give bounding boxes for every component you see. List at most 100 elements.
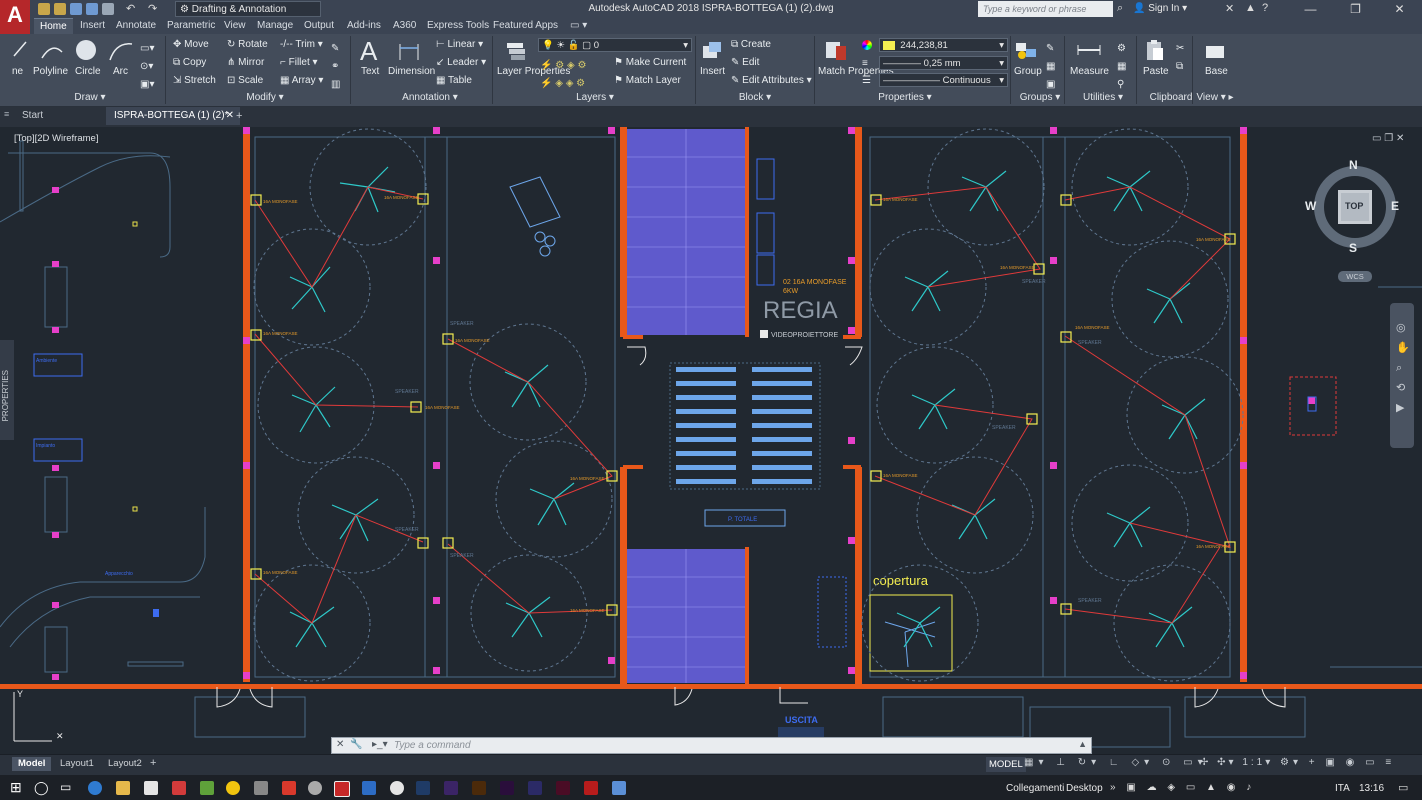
draw-panel-title[interactable]: Draw ▾ [40,92,140,106]
base-button[interactable]: Base [1205,66,1228,77]
linear-button[interactable]: ⊢ Linear ▾ [436,39,483,50]
viewport-controls-label[interactable]: [Top][2D Wireframe] [14,133,98,144]
edit-attributes-button[interactable]: ✎ Edit Attributes ▾ [731,75,812,86]
properties-palette-collapsed[interactable]: PROPERTIES [0,340,14,440]
rotate-button[interactable]: ↻ Rotate [227,39,268,50]
annotation-toggles[interactable]: ✢ ✣▾ 1:1▾ [1200,757,1273,768]
tab-model[interactable]: Model [12,757,52,771]
autocad-taskbar-icon[interactable] [334,781,350,797]
store-icon[interactable] [144,781,158,795]
paste-icon[interactable] [1144,38,1166,64]
array-button[interactable]: ▦ Array ▾ [280,75,323,86]
tab-drawing-file[interactable]: ISPRA-BOTTEGA (1) (2)* ✕ [106,107,240,125]
sign-in-button[interactable]: 👤 Sign In ▾ [1133,3,1187,14]
trim-button[interactable]: -/-- Trim ▾ [280,39,323,50]
create-block-button[interactable]: ⧉ Create [731,39,771,50]
lineweight-dropdown[interactable]: ———— 0,25 mm ▾ [879,56,1008,70]
acrobat-icon[interactable] [584,781,598,795]
compass-north[interactable]: N [1349,158,1358,172]
desktop-toolbar[interactable]: Desktop [1066,783,1103,794]
tab-manage[interactable]: Manage [257,18,293,34]
layer-properties-icon[interactable] [504,40,528,62]
tab-insert[interactable]: Insert [80,18,105,34]
compass-west[interactable]: W [1305,199,1316,213]
app-green-icon[interactable] [200,781,214,795]
move-button[interactable]: ✥ Move [173,39,209,50]
line-button[interactable]: ne [12,66,23,77]
paste-button[interactable]: Paste [1143,66,1169,77]
measure-button[interactable]: Measure [1070,66,1109,77]
notifications-icon[interactable]: ▭ [1398,781,1408,794]
navigation-tools[interactable]: ◎ ✋ ⌕ ⟲ ▶ [1396,318,1410,418]
binoculars-icon[interactable]: ⌕ [1117,2,1123,15]
text-button[interactable]: Text [361,66,379,77]
tab-start[interactable]: Start [14,107,51,125]
tab-layout2[interactable]: Layout2 [102,757,148,771]
clipboard-extra-tools[interactable]: ✂ ⧉ [1176,40,1184,76]
tab-layout1[interactable]: Layout1 [54,757,100,771]
exchange-icon[interactable]: ✕ [1225,2,1234,15]
annotation-panel-title[interactable]: Annotation ▾ [385,92,475,106]
command-history-icon[interactable]: ▲ [1078,739,1087,749]
make-current-button[interactable]: ⚑ Make Current [614,57,686,68]
linetype-dropdown[interactable]: —————— Continuous ▾ [879,73,1008,87]
scale-button[interactable]: ⊡ Scale [227,75,263,86]
app-white-icon[interactable] [390,781,404,795]
circle-button[interactable]: Circle [75,66,101,77]
tab-view[interactable]: View [224,18,246,34]
dimension-button[interactable]: Dimension [388,66,435,77]
app-blue-icon[interactable] [362,781,376,795]
clock[interactable]: 13:16 [1359,783,1384,794]
viewport-window-controls[interactable]: ▭ ❐ ✕ [1372,133,1404,144]
task-view-icon[interactable]: ▭ [60,780,71,794]
mirror-button[interactable]: ⋔ Mirror [227,57,264,68]
system-tray-icons[interactable]: » ▣ ☁ ◈ ▭ ▲ ◉ ♪ [1110,782,1255,793]
minimize-button[interactable]: — [1288,0,1333,18]
color-dropdown[interactable]: 244,238,81 ▾ [879,38,1008,52]
windows-start-icon[interactable]: ⊞ [10,779,22,796]
search-input[interactable]: Type a keyword or phrase [978,1,1113,17]
copy-button[interactable]: ⧉ Copy [173,57,206,68]
group-icon[interactable] [1014,39,1040,63]
text-icon[interactable]: A [360,36,377,67]
polyline-button[interactable]: Polyline [33,66,68,77]
help-icon[interactable]: ? [1262,2,1268,14]
chrome-icon[interactable] [226,781,240,795]
edge-icon[interactable] [88,781,102,795]
tab-express-tools[interactable]: Express Tools [427,18,489,34]
utilities-extra-tools[interactable]: ⚙ ▦ ⚲ [1117,40,1126,94]
draw-extra-tools[interactable]: ▭▾ ⊙▾ ▣▾ [140,40,154,94]
match-properties-icon[interactable] [824,40,850,62]
match-layer-button[interactable]: ⚑ Match Layer [614,75,681,86]
links-toolbar[interactable]: Collegamenti [1006,783,1064,794]
tab-home[interactable]: Home [34,18,73,35]
group-button[interactable]: Group [1014,66,1042,77]
menu-icon[interactable]: ≡ [4,109,9,119]
file-explorer-icon[interactable] [116,781,130,795]
insert-block-icon[interactable] [701,40,723,62]
app-grey-icon[interactable] [254,781,268,795]
table-button[interactable]: ▦ Table [436,75,472,86]
modify-extra-tools[interactable]: ✎ ⚭ ▥ [331,40,340,94]
restore-button[interactable]: ❐ [1333,0,1378,18]
app-circle-icon[interactable] [308,781,322,795]
measure-icon[interactable] [1076,42,1102,60]
customize-icon[interactable]: 🔧 [350,739,362,750]
indesign-icon[interactable] [556,781,570,795]
after-effects-icon[interactable] [444,781,458,795]
tab-featured-apps[interactable]: Featured Apps [493,18,558,34]
viewcube-top-face[interactable]: TOP [1345,201,1363,211]
layer-tools-icons[interactable]: ⚡ ⚙ ◈ ⚙ ⚡ ◈ ◈ ⚙ [540,57,586,93]
a360-icon[interactable]: ▲ [1245,2,1256,14]
leader-button[interactable]: ↙ Leader ▾ [436,57,486,68]
view-panel-title[interactable]: View ▾ ▸ [1190,92,1240,106]
search-icon[interactable]: ◯ [34,780,49,796]
illustrator-icon[interactable] [472,781,486,795]
premiere-icon[interactable] [500,781,514,795]
app-red-icon[interactable] [172,781,186,795]
close-command-icon[interactable]: ✕ [336,739,344,750]
new-layout-button[interactable]: + [150,757,156,769]
groups-panel-title[interactable]: Groups ▾ [1010,92,1070,106]
input-language[interactable]: ITA [1335,783,1350,794]
close-tab-icon[interactable]: ✕ [226,107,234,125]
